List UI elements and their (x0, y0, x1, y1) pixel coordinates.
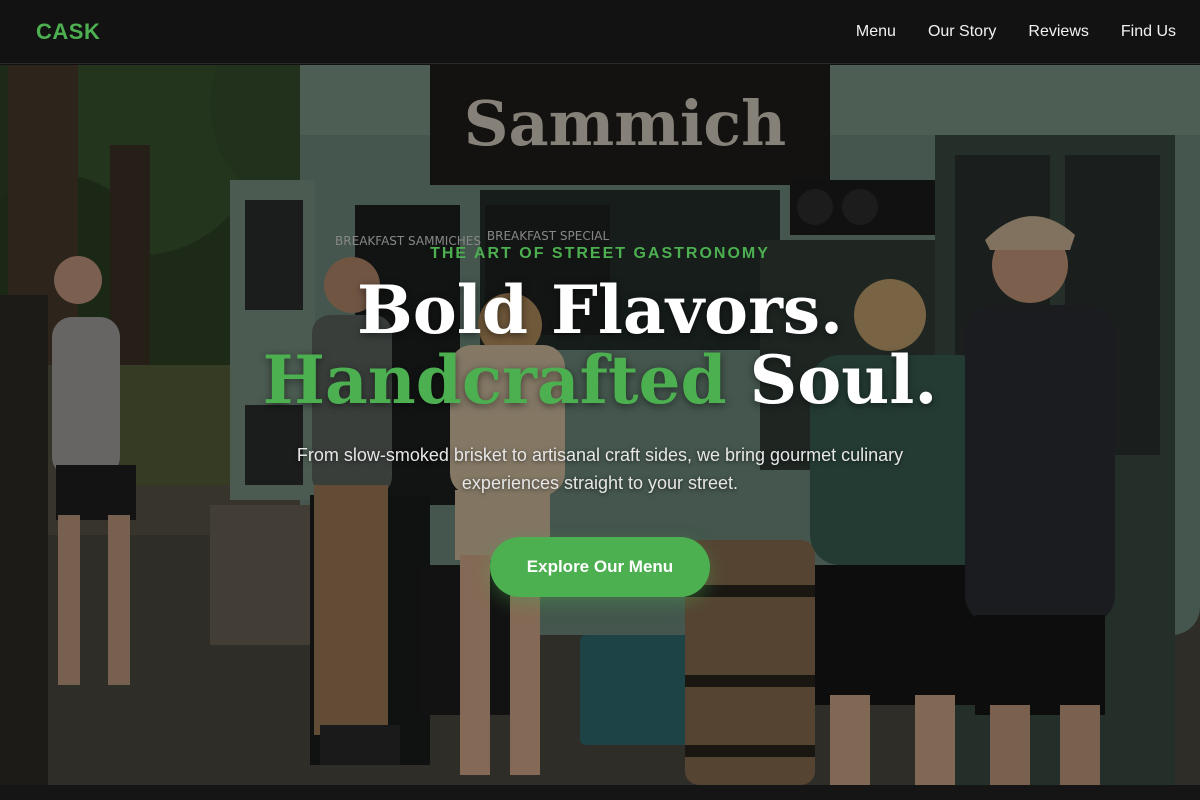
headline-line-1: Bold Flavors. (357, 271, 843, 349)
top-navigation: CASK Menu Our Story Reviews Find Us (0, 0, 1200, 64)
hero-content: The Art of Street Gastronomy Bold Flavor… (0, 65, 1200, 785)
nav-link-our-story[interactable]: Our Story (928, 23, 996, 41)
hero-section: Sammich BREAKFAST SAMMICHES BREAKFAST SP… (0, 65, 1200, 785)
hero-eyebrow: The Art of Street Gastronomy (430, 245, 770, 262)
headline-rest: Soul. (726, 341, 938, 419)
nav-link-menu[interactable]: Menu (856, 23, 896, 41)
nav-link-reviews[interactable]: Reviews (1028, 23, 1088, 41)
hero-subtext: From slow-smoked brisket to artisanal cr… (296, 445, 904, 493)
next-section-edge (0, 785, 1200, 800)
brand-logo[interactable]: CASK (36, 19, 100, 45)
explore-menu-button[interactable]: Explore Our Menu (490, 537, 710, 597)
hero-headline: Bold Flavors. Handcrafted Soul. (263, 275, 938, 415)
headline-accent: Handcrafted (262, 341, 727, 419)
nav-links: Menu Our Story Reviews Find Us (856, 23, 1176, 41)
nav-link-find-us[interactable]: Find Us (1121, 23, 1176, 41)
